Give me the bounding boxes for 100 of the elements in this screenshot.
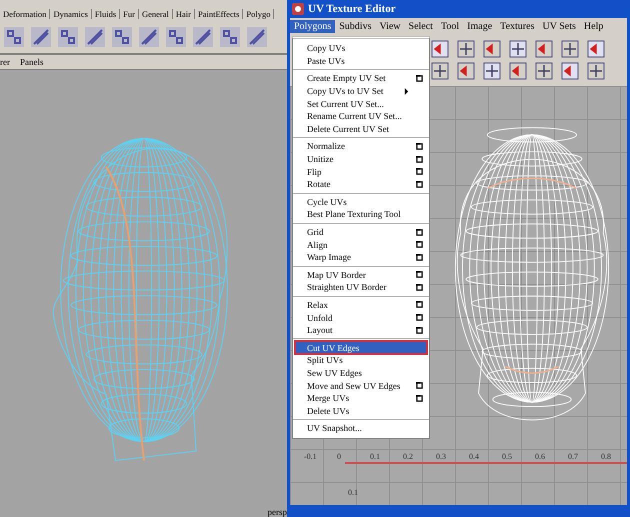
toolbar-icon[interactable] [534, 61, 554, 81]
camera-label: persp [268, 507, 287, 517]
option-box-icon[interactable] [416, 314, 423, 322]
shelf-tab[interactable]: Hair [172, 8, 195, 18]
shelf-tab[interactable]: Deformation [0, 8, 50, 18]
option-box-icon[interactable] [416, 180, 423, 188]
toolbar-icon[interactable] [482, 39, 502, 59]
menu-item[interactable]: Set Current UV Set... [293, 97, 429, 110]
menu-bar-item[interactable]: Subdivs [335, 20, 376, 32]
shelf-tool-icon[interactable] [218, 25, 242, 49]
panel-menu-item[interactable]: Panels [20, 57, 44, 67]
menu-bar-item[interactable]: Select [404, 20, 437, 32]
u-axis-label: 0 [337, 452, 342, 461]
u-axis-label: 0.3 [436, 452, 447, 461]
menu-item[interactable]: Create Empty UV Set [293, 72, 429, 85]
menu-bar-item[interactable]: Image [463, 20, 496, 32]
menu-item[interactable]: Best Plane Texturing Tool [293, 208, 429, 221]
menu-item[interactable]: Align [293, 238, 429, 251]
menu-item[interactable]: Copy UVs to UV Set [293, 84, 429, 98]
menu-item[interactable]: Paste UVs [293, 54, 429, 68]
menu-item[interactable]: Flip [293, 165, 429, 178]
menu-item[interactable]: Split UVs [293, 354, 429, 367]
menu-item[interactable]: Layout [293, 324, 429, 336]
toolbar-icon[interactable] [534, 39, 554, 59]
menu-bar-item[interactable]: UV Sets [538, 20, 580, 32]
toolbar-icon[interactable] [456, 61, 476, 81]
menu-item[interactable]: Unfold [293, 311, 429, 324]
option-box-icon[interactable] [416, 394, 423, 402]
menu-bar-item[interactable]: Help [580, 20, 608, 32]
menu-item[interactable]: Warp Image [293, 250, 429, 264]
menu-item[interactable]: Merge UVs [293, 392, 429, 404]
toolbar-icon[interactable] [430, 39, 450, 59]
menu-item[interactable]: Straighten UV Border [293, 281, 429, 294]
shelf-tool-icon[interactable] [191, 25, 215, 49]
toolbar-icon[interactable] [430, 61, 450, 81]
shelf-tab[interactable]: Fur [120, 8, 139, 18]
u-axis-label: 0.1 [370, 452, 381, 461]
option-box-icon[interactable] [416, 382, 423, 390]
option-box-icon[interactable] [416, 284, 423, 291]
app-icon [292, 3, 304, 15]
u-axis-label: 0.4 [469, 452, 480, 461]
u-axis-label: 0.2 [403, 452, 414, 461]
u-axis-label: 0.6 [535, 452, 546, 461]
u-axis-label: 0.7 [568, 452, 579, 461]
option-box-icon[interactable] [416, 74, 423, 82]
menu-item[interactable]: Cycle UVs [293, 196, 429, 208]
u-axis-label: 0.5 [502, 452, 513, 461]
toolbar-icon[interactable] [586, 39, 606, 59]
option-box-icon[interactable] [416, 301, 423, 308]
toolbar-icon[interactable] [456, 39, 476, 59]
panel-menu-item[interactable]: rer [0, 57, 10, 67]
u-axis-label: -0.1 [304, 452, 318, 461]
menu-bar-item[interactable]: Polygons [290, 20, 336, 32]
menu-item[interactable]: Delete Current UV Set [293, 122, 429, 136]
menu-item[interactable]: Grid [293, 226, 429, 238]
shelf-tab[interactable]: PaintEffects [195, 8, 244, 18]
toolbar-icon[interactable] [586, 61, 606, 81]
toolbar-icon[interactable] [508, 61, 528, 81]
menu-item[interactable]: Rotate [293, 178, 429, 191]
shelf-tab[interactable]: General [138, 8, 173, 18]
menu-item[interactable]: UV Snapshot... [293, 422, 429, 435]
toolbar-icon[interactable] [560, 39, 580, 59]
menu-item[interactable]: Cut UV Edges [295, 341, 427, 354]
menu-bar-item[interactable]: Tool [436, 20, 464, 32]
shelf-tool-icon[interactable] [245, 25, 269, 49]
toolbar-icon[interactable] [508, 39, 528, 59]
shelf-tool-icon[interactable] [83, 25, 107, 49]
toolbar-icon[interactable] [482, 61, 502, 81]
menu-item[interactable]: Delete UVs [293, 404, 429, 418]
menu-item[interactable]: Unitize [293, 152, 429, 166]
u-axis-label: 0.8 [601, 452, 612, 461]
menu-bar-item[interactable]: Textures [496, 20, 538, 32]
option-box-icon[interactable] [416, 254, 423, 261]
option-box-icon[interactable] [416, 271, 423, 278]
shelf-tool-icon[interactable] [164, 25, 188, 49]
menu-item[interactable]: Map UV Border [293, 268, 429, 282]
menu-item[interactable]: Copy UVs [293, 42, 429, 55]
menu-item[interactable]: Sew UV Edges [293, 366, 429, 380]
option-box-icon[interactable] [416, 228, 423, 236]
shelf-tool-icon[interactable] [29, 25, 53, 49]
menu-item[interactable]: Normalize [293, 140, 429, 153]
shelf-tool-icon[interactable] [110, 25, 134, 49]
menu-item[interactable]: Move and Sew UV Edges [293, 379, 429, 392]
option-box-icon[interactable] [416, 142, 423, 150]
shelf-tab[interactable]: Dynamics [50, 8, 92, 18]
shelf-tool-icon[interactable] [137, 25, 161, 49]
option-box-icon[interactable] [416, 241, 423, 248]
option-box-icon[interactable] [416, 156, 423, 163]
toolbar-icon[interactable] [560, 61, 580, 81]
shelf-tab[interactable]: Fluids [92, 8, 120, 18]
menu-bar-item[interactable]: View [375, 20, 405, 32]
submenu-arrow-icon [404, 88, 409, 95]
option-box-icon[interactable] [416, 326, 423, 334]
window-title: UV Texture Editor [308, 3, 396, 15]
menu-item[interactable]: Rename Current UV Set... [293, 110, 429, 123]
shelf-tool-icon[interactable] [2, 25, 26, 49]
shelf-tool-icon[interactable] [56, 25, 80, 49]
option-box-icon[interactable] [416, 168, 423, 176]
menu-item[interactable]: Relax [293, 298, 429, 312]
shelf-tab[interactable]: Polygo [243, 8, 274, 18]
